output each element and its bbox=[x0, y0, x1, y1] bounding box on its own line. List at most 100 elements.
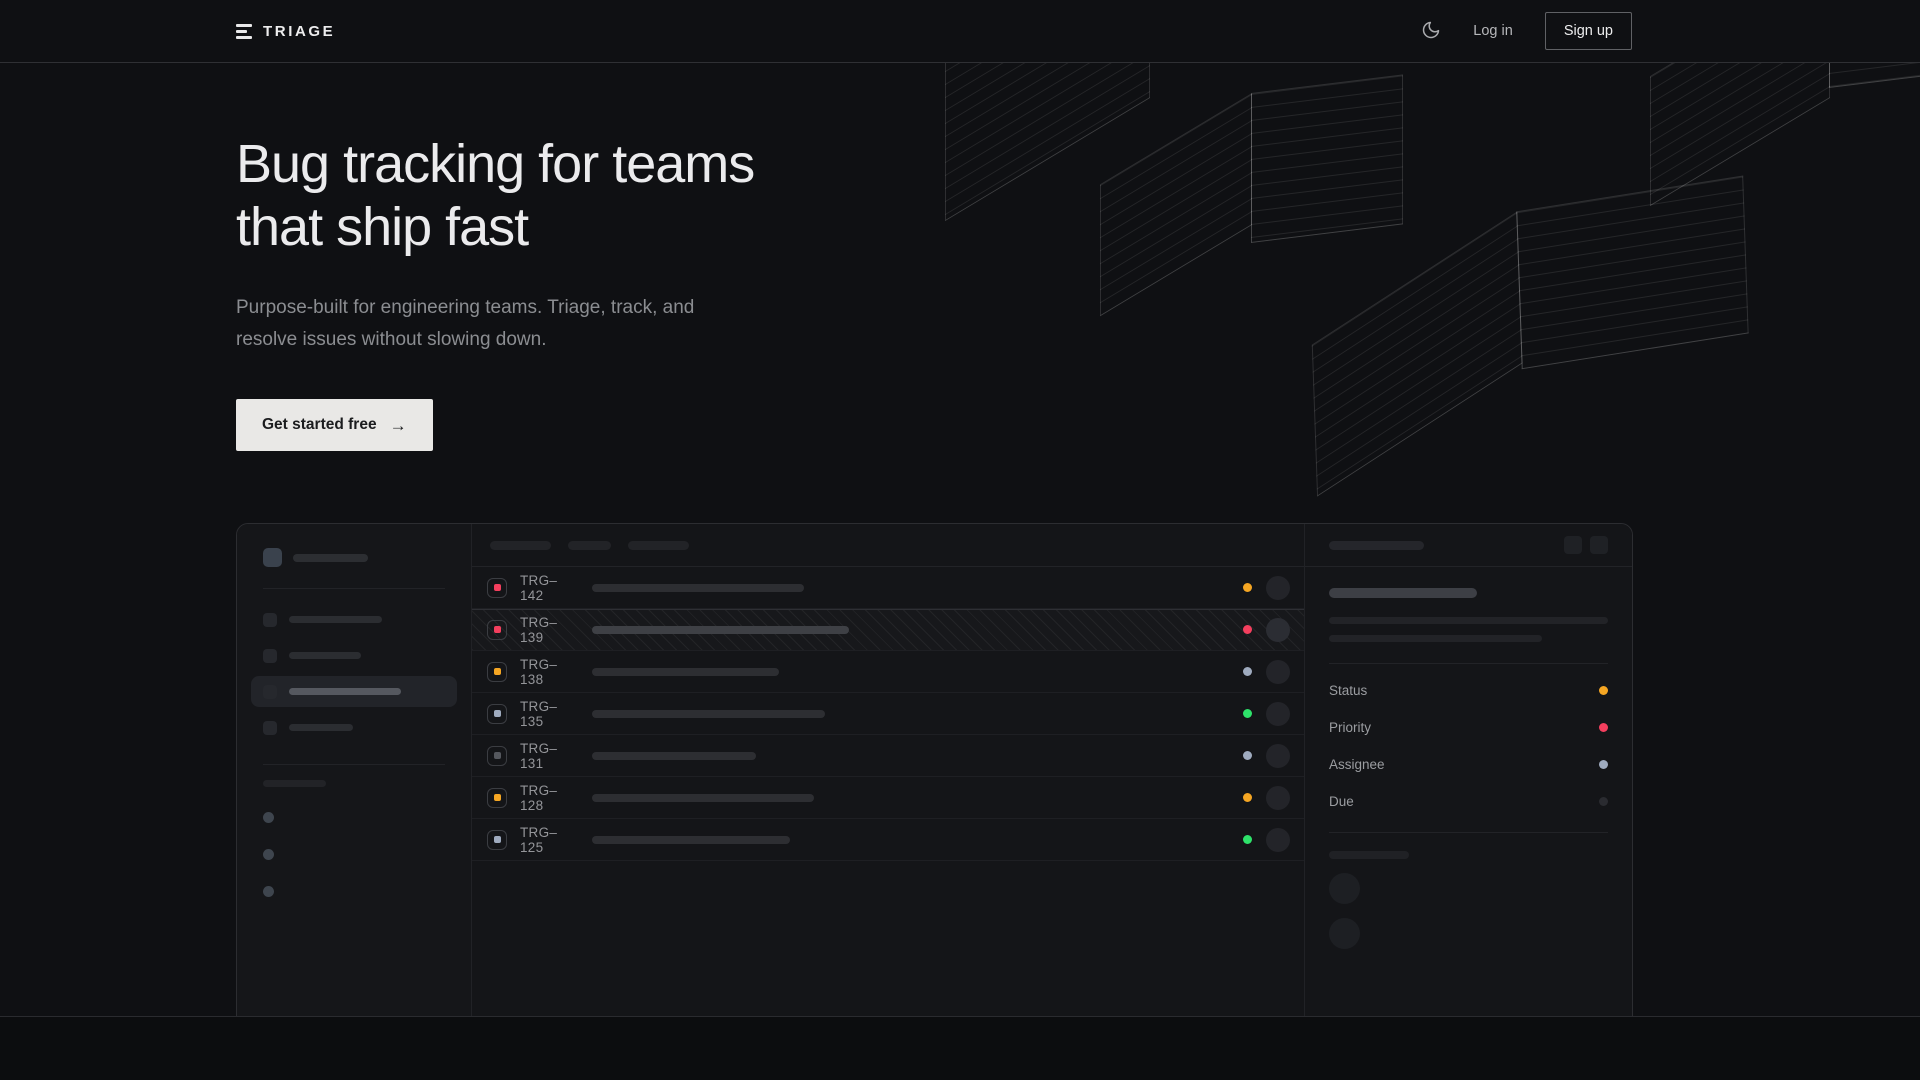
issue-list: TRG–142 TRG–139 TRG–138 TRG–135 TRG–131 TRG–1… bbox=[472, 524, 1305, 1016]
top-nav: TRIAGE Log in Sign up bbox=[0, 0, 1920, 63]
detail-field-row: Due bbox=[1329, 783, 1608, 820]
sidebar-item-skeleton bbox=[251, 640, 457, 671]
issue-type-checkbox bbox=[487, 704, 507, 724]
issue-type-dot bbox=[494, 794, 501, 801]
issue-row: TRG–131 bbox=[472, 735, 1304, 777]
issue-title-skeleton bbox=[592, 668, 779, 676]
detail-fields: Status Priority Assignee Due bbox=[1329, 672, 1608, 820]
moon-icon bbox=[1421, 20, 1441, 43]
issue-title-skeleton bbox=[592, 794, 814, 802]
arrow-right-icon: → bbox=[390, 417, 407, 434]
issue-rows: TRG–142 TRG–139 TRG–138 TRG–135 TRG–131 TRG–1… bbox=[472, 567, 1304, 861]
comment-avatar-skeleton bbox=[1329, 918, 1360, 949]
detail-field-label: Status bbox=[1329, 683, 1367, 698]
sidebar-dots bbox=[263, 812, 445, 897]
brand-logo[interactable]: TRIAGE bbox=[236, 23, 335, 40]
detail-field-row: Assignee bbox=[1329, 746, 1608, 783]
login-button[interactable]: Log in bbox=[1473, 23, 1513, 39]
assignee-avatar-skeleton bbox=[1266, 828, 1290, 852]
divider bbox=[263, 588, 445, 589]
theme-toggle-button[interactable] bbox=[1421, 20, 1441, 43]
issue-id: TRG–131 bbox=[520, 741, 577, 771]
issue-row: TRG–125 bbox=[472, 819, 1304, 861]
sidebar-item-label-skeleton bbox=[289, 652, 361, 659]
description-line-skeleton bbox=[1329, 635, 1542, 642]
issue-type-checkbox bbox=[487, 788, 507, 808]
issue-type-checkbox bbox=[487, 830, 507, 850]
assignee-avatar-skeleton bbox=[1266, 618, 1290, 642]
detail-field-label: Assignee bbox=[1329, 757, 1385, 772]
sidebar-item-icon-skeleton bbox=[263, 613, 277, 627]
issue-title-skeleton bbox=[592, 626, 849, 634]
assignee-avatar-skeleton bbox=[1266, 576, 1290, 600]
issue-status-dot bbox=[1243, 583, 1252, 592]
panel-action-skeleton bbox=[1564, 536, 1582, 554]
detail-field-value-dot bbox=[1599, 686, 1608, 695]
issue-type-dot bbox=[494, 668, 501, 675]
assignee-avatar-skeleton bbox=[1266, 660, 1290, 684]
comments-label-skeleton bbox=[1329, 851, 1409, 859]
detail-field-row: Priority bbox=[1329, 709, 1608, 746]
issue-type-dot bbox=[494, 710, 501, 717]
hero-title: Bug tracking for teamsthat ship fast bbox=[236, 133, 1632, 258]
sidebar-item-icon-skeleton bbox=[263, 685, 277, 699]
issue-status-dot bbox=[1243, 709, 1252, 718]
workspace-switcher-skeleton bbox=[263, 548, 445, 567]
issue-id: TRG–125 bbox=[520, 825, 577, 855]
issue-status-dot bbox=[1243, 751, 1252, 760]
assignee-avatar-skeleton bbox=[1266, 744, 1290, 768]
issue-list-toolbar-skeleton bbox=[472, 524, 1304, 567]
brand-name: TRIAGE bbox=[263, 23, 335, 40]
detail-field-value-dot bbox=[1599, 760, 1608, 769]
sidebar-nav-skeleton bbox=[263, 604, 445, 743]
breadcrumb-skeleton bbox=[1329, 541, 1424, 550]
get-started-button[interactable]: Get started free → bbox=[236, 399, 433, 451]
issue-type-dot bbox=[494, 836, 501, 843]
sidebar-item-label-skeleton bbox=[289, 616, 382, 623]
issue-type-checkbox bbox=[487, 662, 507, 682]
panel-actions-skeleton bbox=[1564, 536, 1608, 554]
sidebar-item-skeleton bbox=[251, 712, 457, 743]
panel-action-skeleton bbox=[1590, 536, 1608, 554]
sidebar-item-icon-skeleton bbox=[263, 649, 277, 663]
issue-status-dot bbox=[1243, 835, 1252, 844]
issue-row: TRG–139 bbox=[472, 609, 1304, 651]
divider bbox=[263, 764, 445, 765]
signup-button[interactable]: Sign up bbox=[1545, 12, 1632, 50]
detail-field-label: Priority bbox=[1329, 720, 1371, 735]
issue-type-dot bbox=[494, 752, 501, 759]
issue-type-dot bbox=[494, 626, 501, 633]
sidebar-item-icon-skeleton bbox=[263, 721, 277, 735]
detail-field-label: Due bbox=[1329, 794, 1354, 809]
triage-bars-icon bbox=[236, 24, 252, 39]
divider bbox=[1329, 663, 1608, 664]
divider bbox=[1329, 832, 1608, 833]
app-preview-window: TRG–142 TRG–139 TRG–138 TRG–135 TRG–131 TRG–1… bbox=[236, 523, 1633, 1016]
issue-type-checkbox bbox=[487, 620, 507, 640]
issue-type-checkbox bbox=[487, 746, 507, 766]
issue-id: TRG–128 bbox=[520, 783, 577, 813]
nav-actions: Log in Sign up bbox=[1421, 12, 1632, 50]
issue-row: TRG–128 bbox=[472, 777, 1304, 819]
issue-id: TRG–139 bbox=[520, 615, 577, 645]
detail-field-value-dot bbox=[1599, 723, 1608, 732]
detail-field-row: Status bbox=[1329, 672, 1608, 709]
sidebar-item-label-skeleton bbox=[289, 724, 353, 731]
assignee-avatar-skeleton bbox=[1266, 702, 1290, 726]
issue-type-dot bbox=[494, 584, 501, 591]
workspace-name-skeleton bbox=[293, 554, 368, 562]
issue-status-dot bbox=[1243, 667, 1252, 676]
issue-id: TRG–135 bbox=[520, 699, 577, 729]
issue-title-skeleton bbox=[592, 584, 804, 592]
preview-sidebar bbox=[237, 524, 472, 1016]
issue-title-skeleton bbox=[1329, 588, 1477, 598]
issue-id: TRG–142 bbox=[520, 573, 577, 603]
issue-title-skeleton bbox=[592, 710, 825, 718]
detail-panel-header bbox=[1305, 524, 1632, 567]
issue-row: TRG–138 bbox=[472, 651, 1304, 693]
issue-detail-panel: Status Priority Assignee Due bbox=[1305, 524, 1632, 1016]
issue-status-dot bbox=[1243, 793, 1252, 802]
issue-id: TRG–138 bbox=[520, 657, 577, 687]
sidebar-item-label-skeleton bbox=[289, 688, 401, 695]
filter-pill-skeleton bbox=[568, 541, 611, 550]
